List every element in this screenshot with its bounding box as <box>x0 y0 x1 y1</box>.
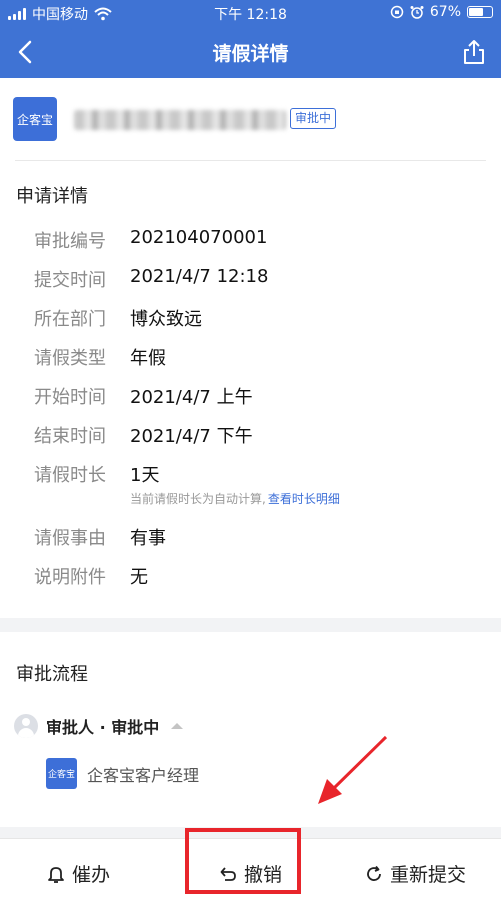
approval-flow: 审批流程 审批人 · 审批中 企客宝 企客宝客户经理 <box>0 632 501 827</box>
status-right: 67% <box>390 4 493 20</box>
company-logo: 企客宝 <box>13 97 57 141</box>
detail-row-reason: 请假事由 有事 <box>34 524 166 550</box>
status-bar: 中国移动 下午 12:18 67% <box>0 0 501 26</box>
person-icon <box>14 714 38 738</box>
detail-label: 请假类型 <box>34 348 106 369</box>
duration-detail-link[interactable]: 查看时长明细 <box>268 492 340 506</box>
application-details: 申请详情 审批编号 202104070001 提交时间 2021/4/7 12:… <box>0 160 501 618</box>
detail-row-end-time: 结束时间 2021/4/7 下午 <box>34 422 253 448</box>
refresh-icon <box>367 865 381 881</box>
detail-label: 提交时间 <box>34 270 106 291</box>
detail-label: 说明附件 <box>34 567 106 588</box>
applicant-header: 企客宝 审批中 <box>0 78 501 160</box>
bell-icon <box>48 866 64 883</box>
detail-row-duration: 请假时长 1天 <box>34 461 159 487</box>
detail-value: 1天 <box>130 465 160 486</box>
flow-step[interactable]: 审批人 · 审批中 <box>14 714 184 738</box>
detail-label: 结束时间 <box>34 426 106 447</box>
details-section-title: 申请详情 <box>16 186 88 207</box>
annotation-highlight-box <box>185 828 301 894</box>
orientation-lock-icon <box>390 5 404 19</box>
detail-row-leave-type: 请假类型 年假 <box>34 344 166 370</box>
approver-name: 企客宝客户经理 <box>87 765 200 785</box>
detail-row-department: 所在部门 博众致远 <box>34 305 202 331</box>
detail-row-approval-number: 审批编号 202104070001 <box>34 227 267 253</box>
redacted-applicant-name <box>74 110 286 130</box>
urge-label: 催办 <box>72 864 111 886</box>
detail-label: 审批编号 <box>34 231 106 252</box>
duration-note: 当前请假时长为自动计算, 查看时长明细 <box>130 490 340 507</box>
detail-value: 202104070001 <box>130 227 268 248</box>
resubmit-label: 重新提交 <box>390 864 467 886</box>
caret-up-icon[interactable] <box>171 723 184 729</box>
detail-value: 年假 <box>130 348 166 369</box>
detail-row-start-time: 开始时间 2021/4/7 上午 <box>34 383 253 409</box>
page-title: 请假详情 <box>212 43 289 65</box>
detail-label: 所在部门 <box>34 309 106 330</box>
detail-row-attachment: 说明附件 无 <box>34 563 148 589</box>
share-icon[interactable] <box>461 38 487 66</box>
detail-value: 2021/4/7 下午 <box>130 426 253 447</box>
detail-value: 无 <box>130 567 148 588</box>
duration-note-text: 当前请假时长为自动计算, <box>130 492 266 506</box>
alarm-icon <box>410 6 424 19</box>
status-badge: 审批中 <box>290 108 337 129</box>
detail-value: 2021/4/7 12:18 <box>130 266 269 287</box>
battery-icon <box>467 6 493 18</box>
approver-avatar: 企客宝 <box>46 758 77 789</box>
resubmit-button[interactable]: 重新提交 <box>364 839 466 907</box>
detail-row-submit-time: 提交时间 2021/4/7 12:18 <box>34 266 268 292</box>
nav-bar: 请假详情 <box>0 26 501 78</box>
flow-section-title: 审批流程 <box>16 664 88 685</box>
detail-label: 请假时长 <box>34 465 106 486</box>
detail-value: 2021/4/7 上午 <box>130 387 253 408</box>
top-bar: 中国移动 下午 12:18 67% 请假详情 <box>0 0 501 78</box>
urge-button[interactable]: 催办 <box>46 839 110 907</box>
battery-percent: 67% <box>429 4 461 20</box>
divider <box>15 160 486 161</box>
detail-value: 博众致远 <box>130 309 202 330</box>
detail-label: 开始时间 <box>34 387 106 408</box>
detail-label: 请假事由 <box>34 528 106 549</box>
flow-step-title: 审批人 · 审批中 <box>46 718 160 737</box>
detail-value: 有事 <box>130 528 166 549</box>
battery-fill <box>469 8 484 16</box>
approver: 企客宝 企客宝客户经理 <box>46 758 199 789</box>
